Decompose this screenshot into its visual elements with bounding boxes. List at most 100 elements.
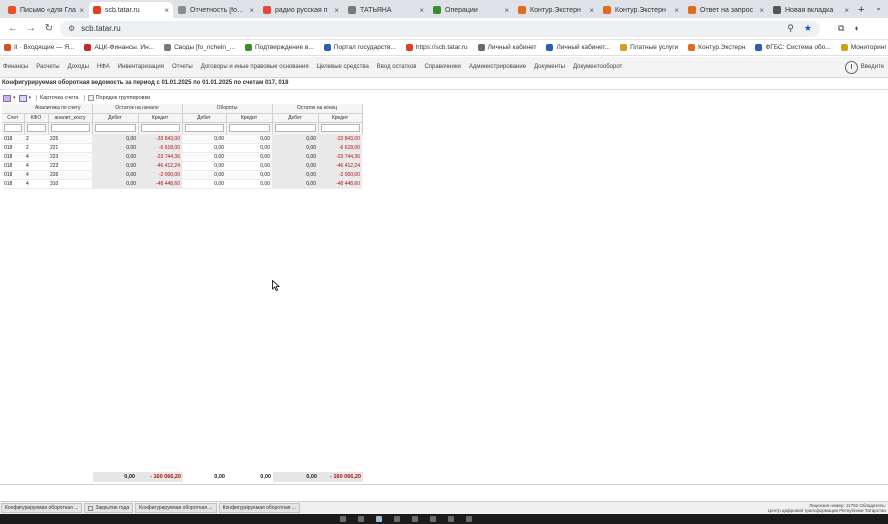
- bookmark-item[interactable]: Личный кабинет...: [546, 44, 610, 51]
- table-row[interactable]: 018 2 225 0,00 -33 843,00 0,00 0,00 0,00 -33 843…: [2, 134, 362, 144]
- grouping-order-button[interactable]: Порядок группировки: [83, 95, 154, 101]
- taskbar-browser-icon[interactable]: [376, 516, 382, 522]
- bookmark-item[interactable]: Подтверждение в...: [244, 44, 314, 51]
- table-row[interactable]: 018 4 223 0,00 -23 744,36 0,00 0,00 0,00 -23 744…: [2, 152, 362, 162]
- new-tab-button[interactable]: +: [858, 2, 864, 18]
- taskbar-app-icon[interactable]: [394, 516, 400, 522]
- browser-tab[interactable]: Контур.Экстерн ×: [514, 2, 598, 18]
- browser-tab[interactable]: Отчетность [fo_... ×: [174, 2, 258, 18]
- table-row[interactable]: 018 4 223 0,00 -46 412,24 0,00 0,00 0,00 -46 412…: [2, 161, 362, 171]
- table-row[interactable]: 018 2 221 0,00 -6 618,00 0,00 0,00 0,00 -6 618,0…: [2, 143, 362, 153]
- browser-tab[interactable]: Ответ на запрос ×: [684, 2, 768, 18]
- column-header[interactable]: Дебет: [92, 113, 139, 123]
- site-info-icon[interactable]: ⚙: [68, 24, 75, 33]
- column-header[interactable]: КФО: [24, 113, 49, 123]
- bookmark-item[interactable]: Платные услуги: [620, 44, 678, 51]
- clock-icon[interactable]: [845, 61, 858, 74]
- chevron-down-icon[interactable]: ▾: [13, 95, 16, 101]
- close-icon[interactable]: ×: [759, 6, 764, 15]
- menu-item[interactable]: Договоры и иные правовые основания: [201, 64, 309, 70]
- export-icon[interactable]: [18, 94, 27, 102]
- browser-tab[interactable]: Операции ×: [429, 2, 513, 18]
- taskbar-app-icon[interactable]: [412, 516, 418, 522]
- back-button[interactable]: ←: [6, 23, 20, 34]
- profile-icon[interactable]: ◐: [854, 23, 859, 34]
- column-header[interactable]: Кредит: [226, 113, 273, 123]
- table-row[interactable]: 018 4 310 0,00 -48 448,60 0,00 0,00 0,00 -48 448…: [2, 179, 362, 189]
- menu-item[interactable]: Администрирование: [469, 64, 526, 70]
- close-icon[interactable]: ×: [419, 6, 424, 15]
- filter-input[interactable]: [320, 124, 360, 132]
- filter-input[interactable]: [26, 124, 46, 132]
- close-icon[interactable]: ×: [249, 6, 254, 15]
- extensions-icon[interactable]: ⧉: [838, 23, 844, 34]
- bookmark-item[interactable]: https://scb.tatar.ru: [405, 44, 468, 51]
- bookmark-item[interactable]: Портал государств...: [323, 44, 396, 51]
- browser-tab[interactable]: ТАТЬЯНА ×: [344, 2, 428, 18]
- menu-item[interactable]: Справочники: [424, 64, 460, 70]
- chevron-down-icon[interactable]: ▾: [29, 95, 32, 101]
- menu-item[interactable]: Финансы: [3, 64, 28, 70]
- menu-item[interactable]: Расчеты: [36, 64, 59, 70]
- menu-item[interactable]: Доходы: [68, 64, 89, 70]
- close-icon[interactable]: ×: [504, 6, 509, 15]
- column-header[interactable]: аналит_косгу: [48, 113, 93, 123]
- taskbar-app-icon[interactable]: [466, 516, 472, 522]
- bookmark-item[interactable]: АЦК-Финансы. Ин...: [84, 44, 154, 51]
- filter-input[interactable]: [140, 124, 180, 132]
- column-header[interactable]: Кредит: [138, 113, 183, 123]
- close-icon[interactable]: ×: [674, 6, 679, 15]
- column-header[interactable]: Кредит: [318, 113, 363, 123]
- taskbar-app-icon[interactable]: [430, 516, 436, 522]
- filter-input[interactable]: [184, 124, 224, 132]
- filter-input[interactable]: [274, 124, 316, 132]
- menu-item[interactable]: Ввод остатков: [377, 64, 417, 70]
- browser-tab[interactable]: радио русская п ×: [259, 2, 343, 18]
- browser-tab[interactable]: Новая вкладка ×: [769, 2, 853, 18]
- start-icon[interactable]: [340, 516, 346, 522]
- app-window-tab[interactable]: Конфигурируемая оборотная ...: [1, 503, 83, 513]
- column-header[interactable]: Дебет: [272, 113, 319, 123]
- menu-item[interactable]: НФА: [97, 64, 110, 70]
- menu-item[interactable]: Документооборот: [573, 64, 622, 70]
- bookmark-item[interactable]: Личный кабинет: [477, 44, 536, 51]
- menu-item[interactable]: Целевые средства: [317, 64, 369, 70]
- app-window-tab[interactable]: Конфигурируемая оборотная ...: [135, 503, 217, 513]
- bookmark-item[interactable]: II · Входящие — Я...: [4, 44, 74, 51]
- column-header[interactable]: Счет: [2, 113, 25, 123]
- forward-button[interactable]: →: [24, 23, 38, 34]
- browser-tab[interactable]: Контур.Экстерн ×: [599, 2, 683, 18]
- account-card-button[interactable]: Карточка счета: [36, 95, 82, 101]
- search-input[interactable]: Введите: [861, 64, 884, 70]
- report-menu-icon[interactable]: [3, 94, 11, 102]
- reload-button[interactable]: ↻: [42, 23, 56, 34]
- menu-item[interactable]: Документы: [534, 64, 565, 70]
- close-icon[interactable]: ×: [589, 6, 594, 15]
- taskbar-app-icon[interactable]: [448, 516, 454, 522]
- filter-input[interactable]: [4, 124, 22, 132]
- browser-tab[interactable]: Письмо «для Гла ×: [4, 2, 88, 18]
- browser-tab[interactable]: scb.tatar.ru ×: [89, 2, 173, 18]
- app-window-tab[interactable]: Конфигурируемая оборотная ...: [218, 503, 301, 513]
- bookmark-item[interactable]: Мониторинг Дви...: [840, 44, 888, 51]
- tab-search-chevron-icon[interactable]: ⌄: [875, 3, 882, 12]
- table-row[interactable]: 018 4 226 0,00 -2 000,00 0,00 0,00 0,00 -2 000,0…: [2, 170, 362, 180]
- bookmark-item[interactable]: Своды [fo_ncheln_...: [164, 44, 235, 51]
- close-icon[interactable]: ×: [334, 6, 339, 15]
- app-window-tab[interactable]: Закрытие года: [84, 503, 134, 513]
- column-header[interactable]: Дебет: [182, 113, 227, 123]
- close-icon[interactable]: ×: [79, 6, 84, 15]
- filter-input[interactable]: [50, 124, 90, 132]
- bookmark-star-icon[interactable]: ★: [804, 23, 812, 34]
- close-icon[interactable]: ×: [164, 6, 169, 15]
- menu-item[interactable]: Отчеты: [172, 64, 193, 70]
- taskbar-app-icon[interactable]: [358, 516, 364, 522]
- zoom-icon[interactable]: ⚲: [787, 23, 794, 34]
- filter-input[interactable]: [94, 124, 136, 132]
- close-icon[interactable]: ×: [844, 6, 849, 15]
- menu-item[interactable]: Инвентаризация: [118, 64, 164, 70]
- bookmark-item[interactable]: Контур.Экстерн: [688, 44, 745, 51]
- bookmark-item[interactable]: ФГБС: Система обо...: [755, 44, 831, 51]
- filter-input[interactable]: [228, 124, 270, 132]
- address-bar[interactable]: ⚙ scb.tatar.ru ⚲ ★: [60, 20, 820, 37]
